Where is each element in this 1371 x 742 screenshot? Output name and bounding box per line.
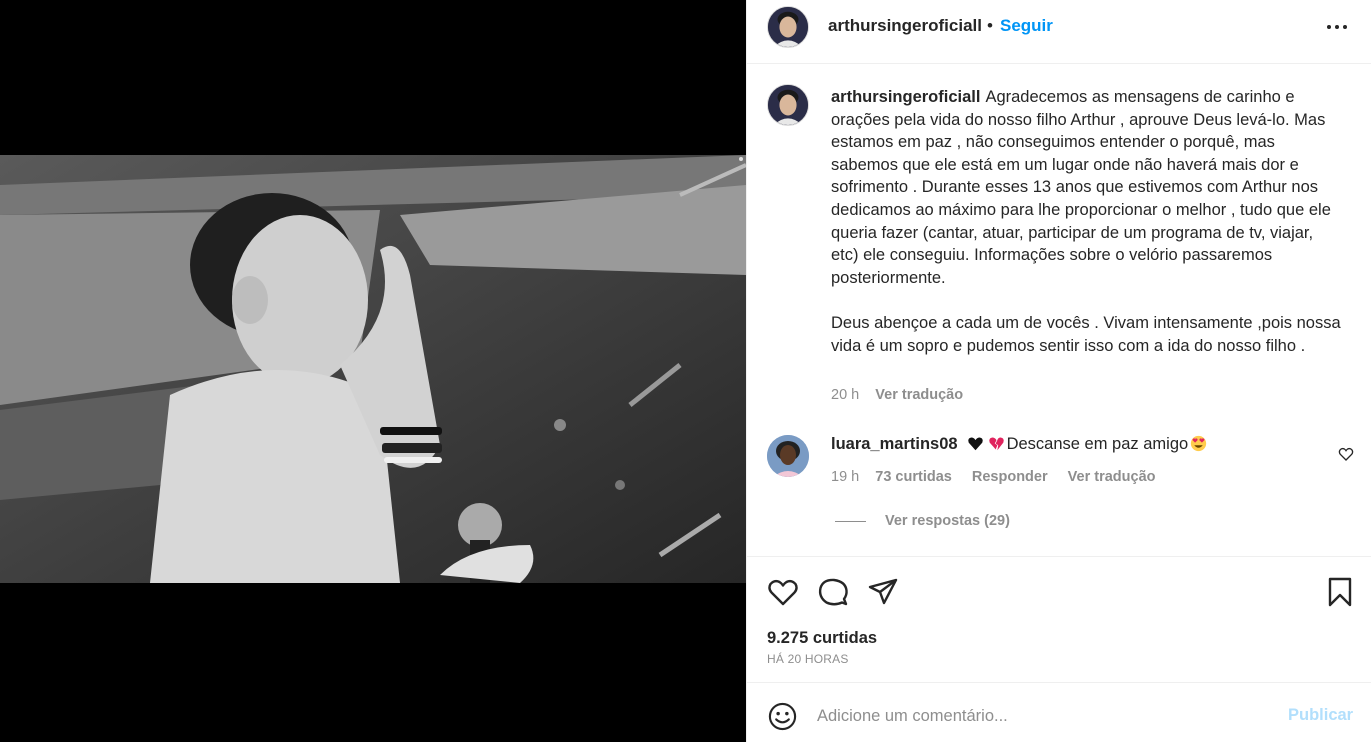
commenter-username[interactable]: luara_martins08 [831, 435, 958, 453]
heart-eyes-icon [1191, 435, 1207, 452]
carousel-dot [739, 157, 743, 161]
comment-text: Descanse em paz amigo [1006, 435, 1189, 453]
save-bookmark-icon[interactable] [1324, 576, 1356, 608]
likes-count[interactable]: 9.275 curtidas [767, 629, 877, 648]
commenter-avatar[interactable] [767, 435, 809, 477]
separator-dot: • [987, 16, 993, 35]
comment-bubble-icon[interactable] [817, 576, 849, 608]
comment-input[interactable] [817, 698, 1267, 734]
post-media[interactable] [0, 0, 746, 742]
post-time-ago: HÁ 20 HORAS [767, 652, 849, 666]
reply-button[interactable]: Responder [972, 469, 1048, 485]
caption-translate-link[interactable]: Ver tradução [875, 387, 963, 403]
username-link[interactable]: arthursingeroficiall [828, 16, 982, 36]
view-replies-label: Ver respostas (29) [885, 513, 1010, 529]
more-options-icon[interactable] [1325, 17, 1349, 37]
post-sidebar: arthursingeroficiall • Seguir arthursing… [746, 0, 1371, 742]
comment-likes[interactable]: 73 curtidas [875, 469, 952, 485]
caption-username[interactable]: arthursingeroficiall [831, 88, 980, 106]
emoji-smiley-icon[interactable] [767, 701, 798, 732]
avatar[interactable] [767, 6, 809, 48]
caption-avatar[interactable] [767, 84, 809, 126]
publish-comment-button[interactable]: Publicar [1288, 706, 1353, 725]
post-actions: 9.275 curtidas HÁ 20 HORAS [747, 558, 1371, 683]
post-header: arthursingeroficiall • Seguir [747, 0, 1371, 64]
profile-photo [768, 7, 808, 47]
post-photo[interactable] [0, 155, 746, 583]
photo-illustration [0, 155, 746, 583]
view-replies-button[interactable]: Ver respostas (29) [835, 513, 1010, 529]
comment-time: 19 h [831, 469, 860, 485]
post-caption: arthursingeroficiall Agradecemos as mensa… [831, 86, 1341, 357]
caption-text: Agradecemos as mensagens de carinho e or… [831, 88, 1341, 355]
like-comment-heart-icon[interactable] [1338, 446, 1354, 462]
like-heart-icon[interactable] [767, 576, 799, 608]
black-heart-icon [967, 437, 983, 451]
replies-divider-line [835, 520, 866, 522]
comment-meta: 19 h 73 curtidas Responder Ver tradução [831, 469, 1156, 485]
comment-row: luara_martins08 Descanse em paz amigo [831, 435, 1209, 454]
follow-button[interactable]: Seguir [1000, 16, 1053, 36]
caption-meta: 20 h Ver tradução [831, 387, 963, 403]
add-comment-bar: Publicar [747, 684, 1371, 742]
broken-heart-icon [988, 437, 1004, 451]
share-paper-plane-icon[interactable] [867, 576, 899, 608]
comment-translate-link[interactable]: Ver tradução [1068, 469, 1156, 485]
profile-photo [768, 85, 808, 125]
caption-time: 20 h [831, 387, 860, 403]
profile-photo [767, 435, 809, 477]
comments-section[interactable]: arthursingeroficiall Agradecemos as mensa… [747, 65, 1371, 557]
